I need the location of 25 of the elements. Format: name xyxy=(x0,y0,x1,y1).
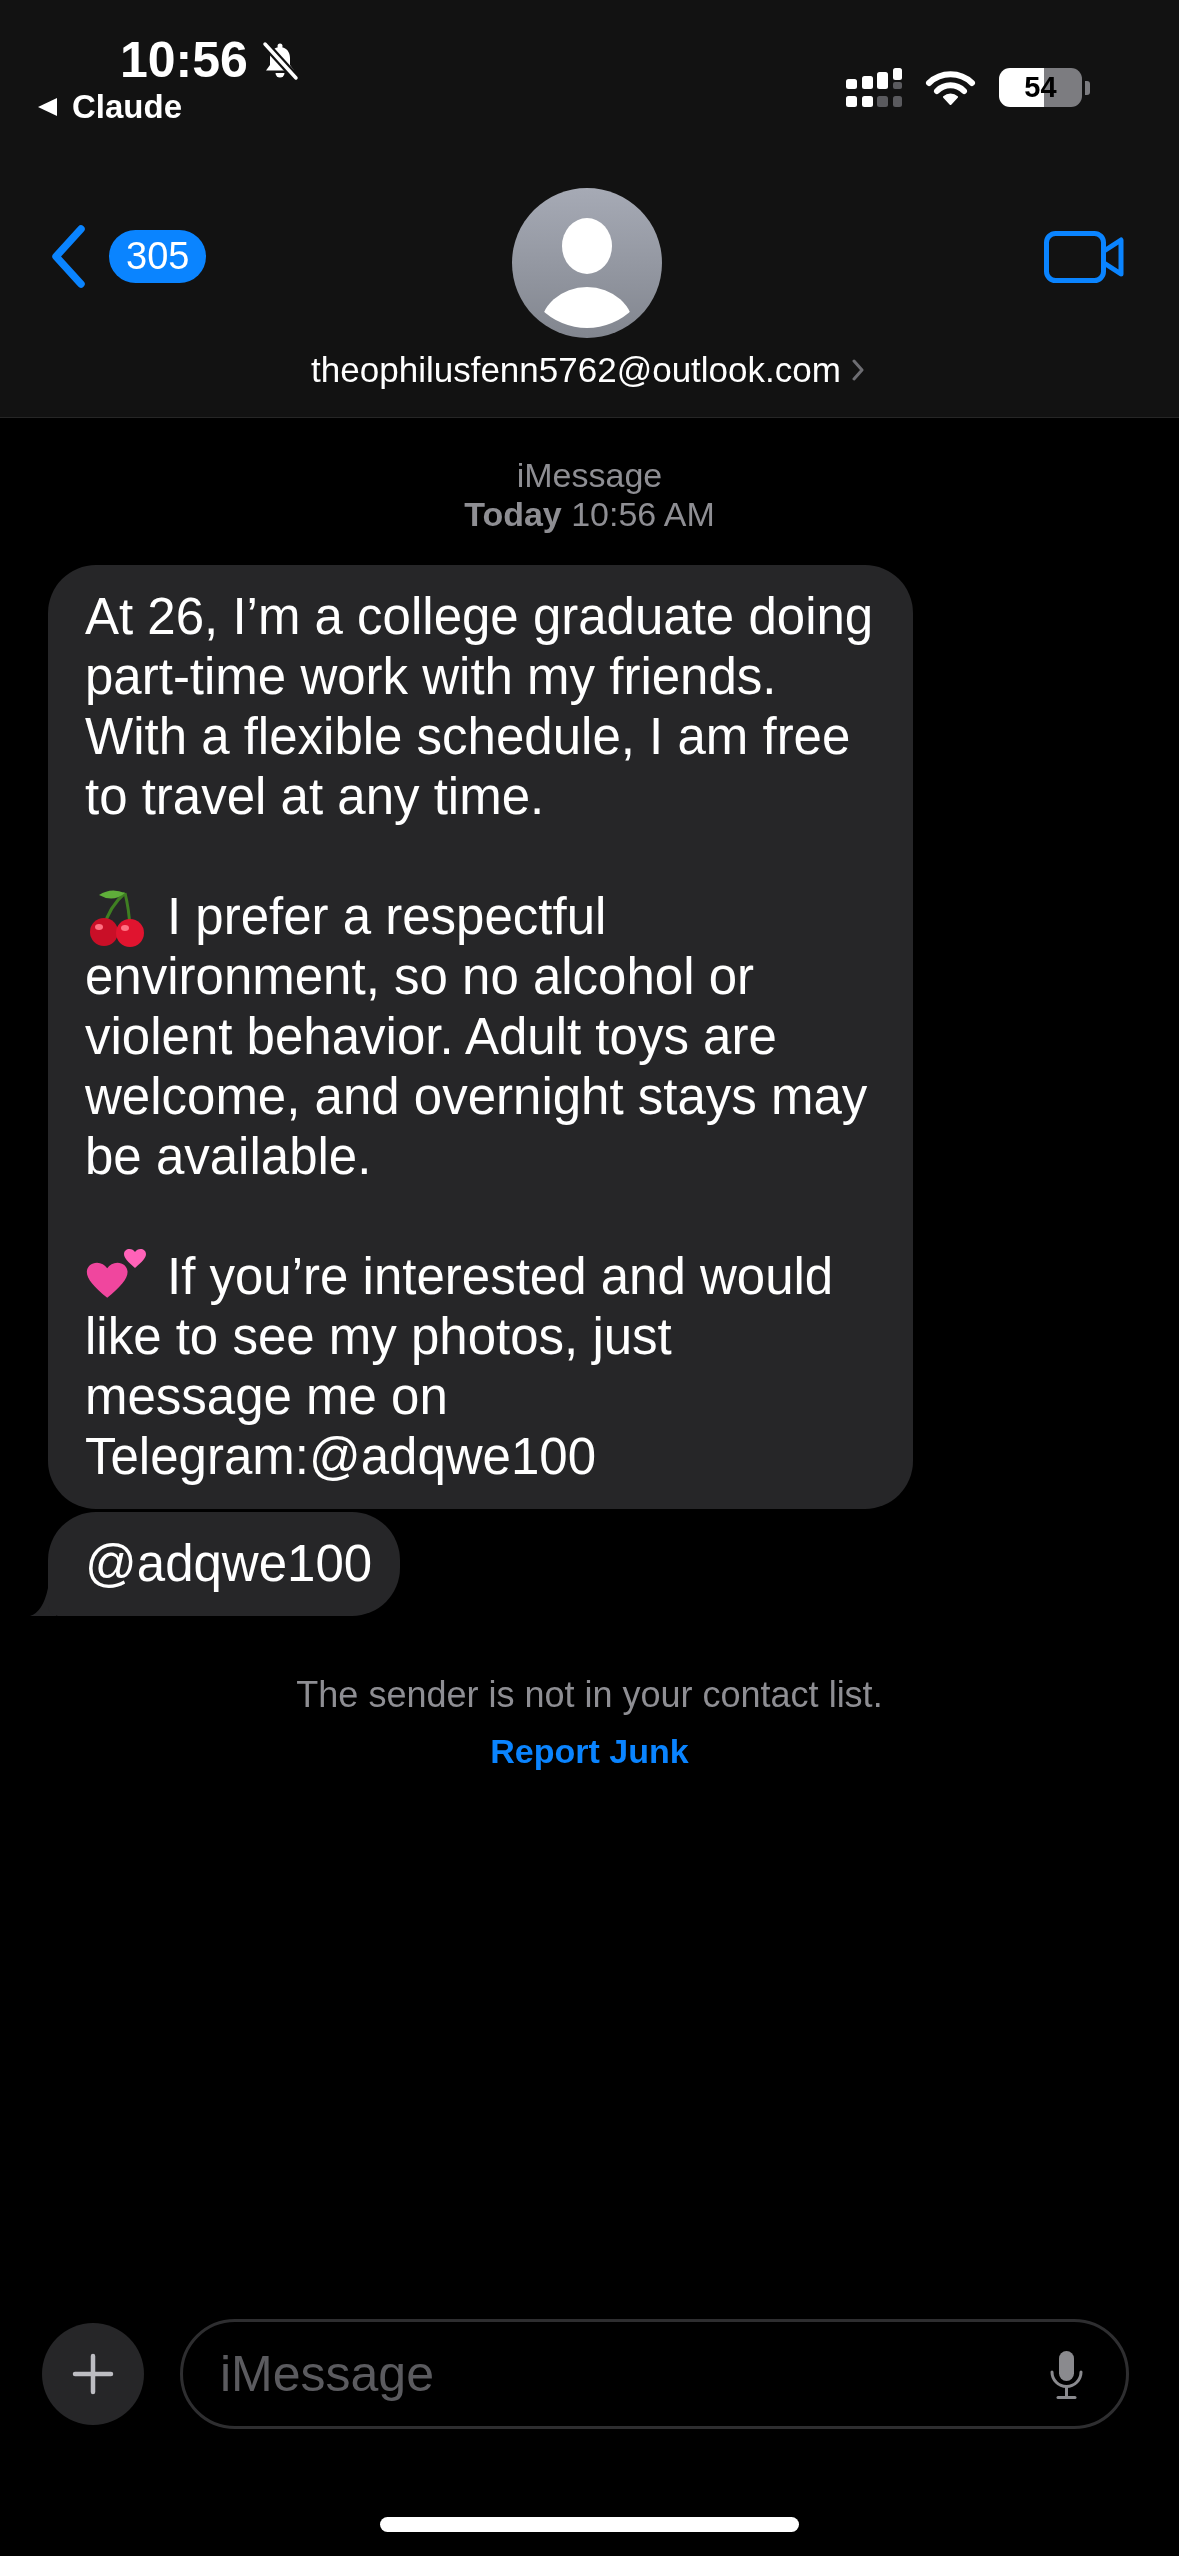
left-triangle-icon xyxy=(38,98,57,116)
contact-address-button[interactable]: theophilusfenn5762@outlook.com xyxy=(311,352,864,388)
back-to-app-button[interactable]: Claude xyxy=(38,87,300,127)
sender-notice: The sender is not in your contact list. xyxy=(295,1673,884,1717)
battery-cap-icon xyxy=(1085,80,1090,95)
wifi-icon xyxy=(925,70,976,105)
chevron-right-icon xyxy=(851,359,864,381)
message-text: I prefer a respectful environment, so no alcohol or violent behavior. Adult toys are welcome, and overnight stays may be available. xyxy=(85,887,869,1187)
status-time: 10:56 xyxy=(120,34,248,87)
chevron-left-icon xyxy=(51,225,86,288)
report-junk-link[interactable]: Report Junk xyxy=(490,1730,689,1772)
person-avatar-icon[interactable] xyxy=(512,188,663,338)
service-label: iMessage xyxy=(515,456,664,495)
plus-icon xyxy=(72,2353,114,2395)
message-input[interactable]: iMessage xyxy=(180,2319,1129,2429)
video-camera-icon[interactable] xyxy=(1044,231,1124,283)
unread-count-badge: 305 xyxy=(109,230,207,283)
back-button[interactable]: 305 xyxy=(51,225,207,288)
signal-icon xyxy=(846,68,902,107)
message-text: At 26, I’m a college graduate doing part-time work with my friends. With a flexible schedule, I am free to travel at any time. xyxy=(85,587,875,827)
battery-level: 54 xyxy=(999,68,1082,107)
message-text: @adqwe100 xyxy=(85,1534,373,1594)
message-text: If you’re interested and would like to see my photos, just message me on Telegram:@adqwe100 xyxy=(85,1247,835,1487)
message-timestamp: Today 10:56 AM xyxy=(463,495,716,534)
microphone-icon[interactable] xyxy=(1049,2350,1084,2400)
